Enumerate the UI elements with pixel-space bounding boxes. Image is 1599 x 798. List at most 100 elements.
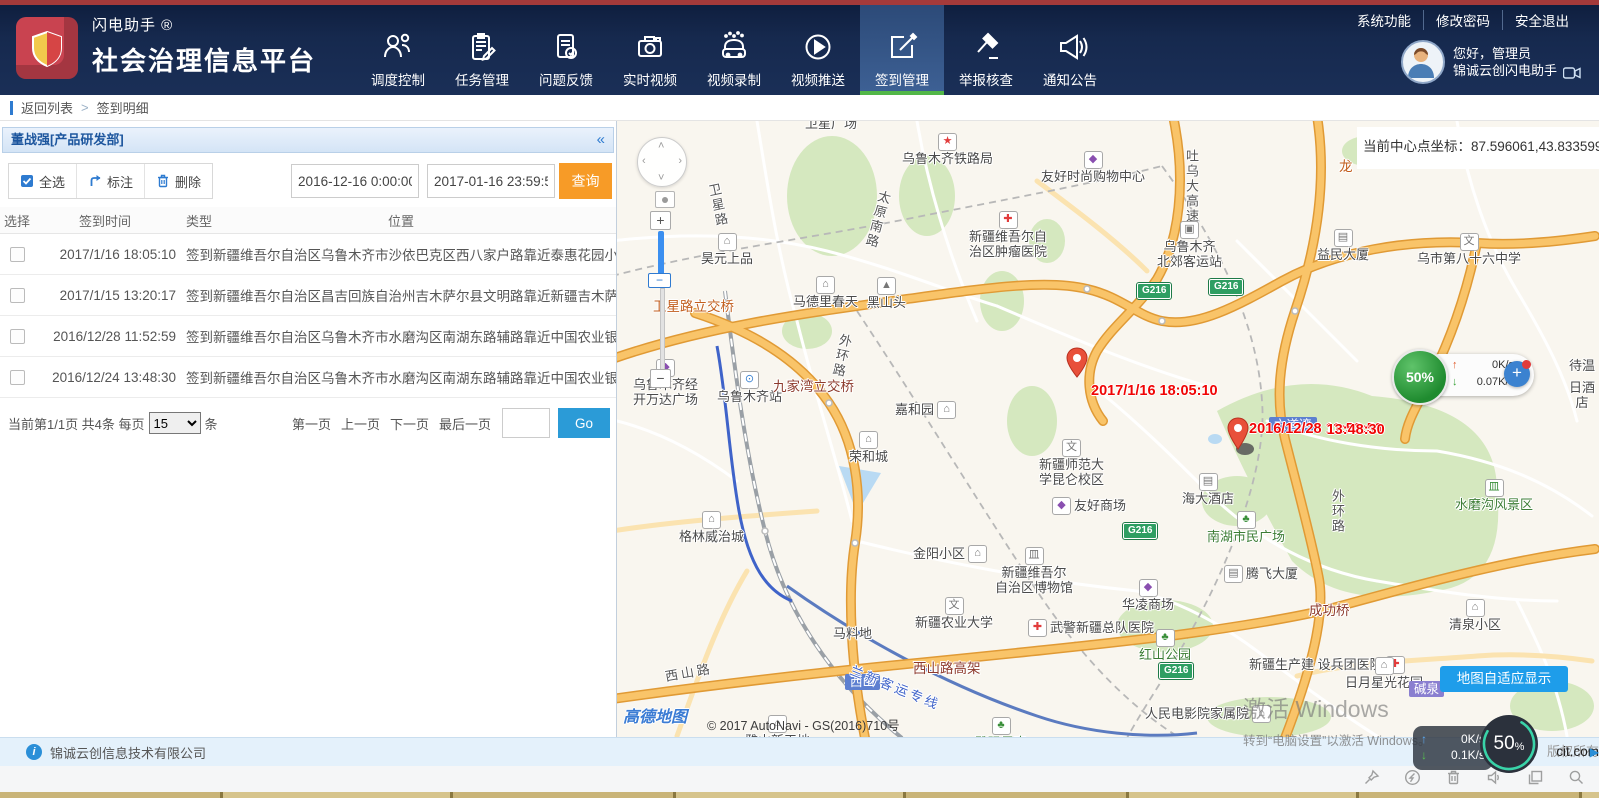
map-pin-1[interactable] [1065,347,1089,384]
ring-percent-unit: % [1515,741,1525,753]
home-icon: ⌂ [1252,705,1271,723]
hospital-icon: ✚ [1028,619,1047,637]
page-number-input[interactable] [502,408,550,438]
nav-item-task-management[interactable]: 任务管理 [440,5,524,95]
map-label: ◆友好时尚购物中心 [1041,151,1145,185]
map-label: ⌂格林威治城 [679,511,744,545]
museum-icon: 皿 [1025,547,1044,565]
map-locate-button[interactable] [655,191,675,208]
speed-mode-icon[interactable] [1404,769,1421,791]
date-from-input[interactable] [291,164,419,198]
map-canvas[interactable]: 卫星广场★乌鲁木齐铁路局◆友好时尚购物中心吐乌大高速龙⌂昊元上品✚新疆维吾尔自 … [617,121,1599,737]
map-label: ▣乌鲁木齐 北郊客运站 [1157,221,1222,270]
map-pan-control[interactable]: ˄ ‹ › ˅ [637,137,687,187]
map-base-layer [617,121,1599,737]
map-label: ⌂昊元上品 [701,233,753,267]
prev-page-link[interactable]: 上一页 [341,414,380,433]
nav-item-live-video[interactable]: 实时视频 [608,5,692,95]
home-icon: ⌂ [1466,599,1485,617]
video-camera-icon[interactable] [1563,66,1581,84]
map-label: 文乌市第八十六中学 [1417,233,1521,267]
desktop-edge-strip [0,792,1599,798]
nav-item-sign-in-management[interactable]: 签到管理 [860,5,944,95]
table-row[interactable]: 2016/12/24 13:48:30签到新疆维吾尔自治区乌鲁木齐市水磨沟区南湖… [0,357,616,398]
camera-icon [632,29,668,65]
pan-left-icon[interactable]: ‹ [642,155,646,167]
row-time: 2016/12/28 11:52:59 [34,329,186,344]
map-label: 成功桥 [1309,603,1350,619]
accelerator-widget[interactable]: ↑ 0K/s ↓ 0.07K/s 50% + [1392,349,1544,403]
row-time: 2017/1/16 18:05:10 [34,247,186,262]
trash-icon[interactable] [1445,769,1462,791]
top-link-1[interactable]: 修改密码 [1423,10,1502,30]
map-fit-button[interactable]: 地图自适应显示 [1440,666,1568,692]
table-row[interactable]: 2017/1/15 13:20:17签到新疆维吾尔自治区昌吉回族自治州吉木萨尔县… [0,275,616,316]
shield-icon [27,28,67,68]
map-label: 皿新疆维吾尔 自治区博物馆 [995,547,1073,596]
building-icon: ▤ [1224,565,1243,583]
percent-ring-badge[interactable]: 50% [1479,714,1539,774]
map-label: ▤腾飞大厦 [1221,565,1298,583]
row-location: 签到新疆维吾尔自治区乌鲁木齐市水磨沟区南湖东路辅路靠近中国农业银... [186,326,616,346]
pager-links: 第一页 上一页 下一页 最后一页 Go [287,408,610,438]
date-to-input[interactable] [427,164,555,198]
zoom-slider-track[interactable] [660,288,665,372]
zoom-out-button[interactable]: − [650,369,671,388]
go-button[interactable]: Go [558,408,610,438]
row-checkbox[interactable] [10,247,25,262]
bag-icon: ◆ [1139,579,1158,597]
row-checkbox[interactable] [10,370,25,385]
play-icon [800,29,836,65]
home-icon: ⌂ [718,233,737,251]
query-button[interactable]: 查询 [559,163,612,199]
sign-in-panel: 董战强[产品研发部] « 全选 标注 删除 查询 [0,121,617,737]
nav-item-notice[interactable]: 通知公告 [1028,5,1112,95]
select-all-button[interactable]: 全选 [9,164,76,198]
top-link-2[interactable]: 安全退出 [1502,10,1581,30]
zoom-slider-track-filled[interactable] [658,231,664,275]
pan-up-icon[interactable]: ˄ [658,140,664,152]
map-label: 吐乌大高速 [1183,149,1198,224]
building-icon: ▤ [1334,229,1353,247]
map-label: ◆华凌商场 [1122,579,1174,613]
table-row[interactable]: 2017/1/16 18:05:10签到新疆维吾尔自治区乌鲁木齐市沙依巴克区西八… [0,234,616,275]
nav-item-video-recording[interactable]: 视频录制 [692,5,776,95]
next-page-link[interactable]: 下一页 [390,414,429,433]
greeting-line2: 锦诚云创闪电助手 [1453,62,1557,79]
breadcrumb-back-link[interactable]: 返回列表 [21,98,73,117]
table-row[interactable]: 2016/12/28 11:52:59签到新疆维吾尔自治区乌鲁木齐市水磨沟区南湖… [0,316,616,357]
accelerator-add-button[interactable]: + [1504,361,1530,387]
top-link-0[interactable]: 系统功能 [1345,10,1423,30]
nav-item-label: 视频录制 [707,69,761,89]
collapse-panel-button[interactable]: « [597,128,613,152]
people-icon [380,29,416,65]
map-label: ✚武警新疆总队医院 [1025,619,1154,637]
pin-icon[interactable] [1363,769,1380,791]
zoom-in-button[interactable]: + [650,211,671,230]
pan-down-icon[interactable]: ˅ [658,172,664,184]
zoom-slider-handle[interactable]: − [648,273,671,288]
delete-button[interactable]: 删除 [144,164,212,198]
nav-item-dispatch-control[interactable]: 调度控制 [356,5,440,95]
footer-company: 锦诚云创信息技术有限公司 [50,743,206,762]
map-label: 文新疆农业大学 [915,597,993,631]
row-checkbox[interactable] [10,329,25,344]
map-label: 卫星广场 [805,121,857,132]
table-header-row: 选择 签到时间 类型 位置 [0,207,616,234]
nav-item-report-check[interactable]: 举报核查 [944,5,1028,95]
nav-item-issue-feedback[interactable]: 问题反馈 [524,5,608,95]
ring-percent-value: 50 [1494,733,1515,755]
pan-right-icon[interactable]: › [678,155,682,167]
footer-arrow-icon[interactable]: ▶ [1590,738,1599,766]
search-icon[interactable] [1568,769,1585,791]
first-page-link[interactable]: 第一页 [292,414,331,433]
last-page-link[interactable]: 最后一页 [439,414,491,433]
nav-item-label: 举报核查 [959,69,1013,89]
mark-button[interactable]: 标注 [76,164,144,198]
header-location: 位置 [186,211,616,230]
accelerator-percent-ball[interactable]: 50% [1392,349,1448,405]
page-size-select[interactable]: 15 [149,412,201,434]
doc-check-icon [548,29,584,65]
nav-item-video-push[interactable]: 视频推送 [776,5,860,95]
row-checkbox[interactable] [10,288,25,303]
